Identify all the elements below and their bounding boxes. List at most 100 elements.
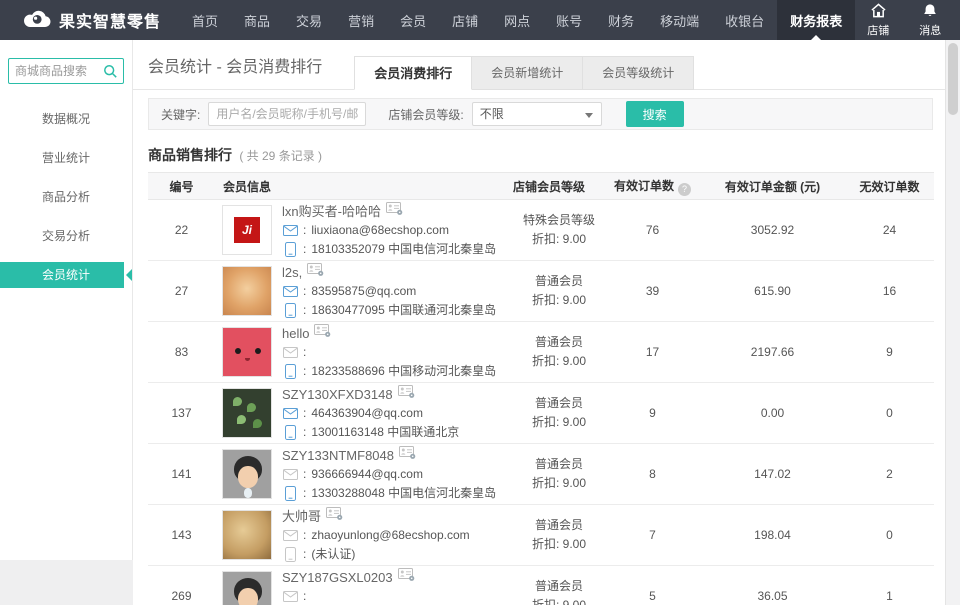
member-card-icon[interactable] xyxy=(307,263,324,281)
brand[interactable]: 果实智慧零售 xyxy=(0,0,179,40)
member-avatar: Ji xyxy=(222,205,272,255)
sidebar-item-data-overview[interactable]: 数据概况 xyxy=(0,106,132,132)
nav-item-mobile[interactable]: 移动端 xyxy=(647,0,712,40)
col-invalid-orders: 无效订单数 xyxy=(845,173,934,200)
member-name: hello xyxy=(282,325,309,342)
valid-amount: 36.05 xyxy=(700,566,845,605)
phone-icon xyxy=(282,547,298,562)
member-info: lxn购买者-哈哈哈 xyxy=(282,202,496,258)
member-info: SZY187GSXL0203 xyxy=(282,568,415,605)
email-icon xyxy=(282,591,298,602)
shop-tool[interactable]: 店铺 xyxy=(855,3,901,38)
member-card-icon[interactable] xyxy=(398,568,415,586)
invalid-orders: 16 xyxy=(845,261,934,322)
member-phone: 18233588696 中国移动河北秦皇岛 xyxy=(311,363,496,380)
search-button[interactable]: 搜索 xyxy=(626,101,684,127)
sidebar-item-trade-analysis[interactable]: 交易分析 xyxy=(0,223,132,249)
phone-icon xyxy=(282,364,298,379)
invalid-orders: 0 xyxy=(845,505,934,566)
vertical-scrollbar[interactable] xyxy=(945,40,960,605)
member-card-icon[interactable] xyxy=(386,202,403,220)
nav-item-members[interactable]: 会员 xyxy=(387,0,439,40)
nav-item-finance[interactable]: 财务 xyxy=(595,0,647,40)
member-phone: (未认证) xyxy=(311,546,355,563)
messages-tool[interactable]: 消息 xyxy=(907,3,953,38)
member-discount: 折扣: 9.00 xyxy=(513,413,605,432)
member-table: 编号 会员信息 店铺会员等级 有效订单数? 有效订单金额 (元) 无效订单数 2… xyxy=(148,172,934,605)
member-card-icon[interactable] xyxy=(399,446,416,464)
top-navbar: 果实智慧零售 首页 商品 交易 营销 会员 店铺 网点 账号 财务 移动端 收银… xyxy=(0,0,960,40)
phone-icon xyxy=(282,425,298,440)
phone-icon xyxy=(282,486,298,501)
member-email: 936666944@qq.com xyxy=(311,466,423,483)
page-title: 会员统计 - 会员消费排行 xyxy=(148,53,322,77)
nav-item-finance-report[interactable]: 财务报表 xyxy=(777,0,855,40)
sidebar-item-goods-analysis[interactable]: 商品分析 xyxy=(0,184,132,210)
nav-item-marketing[interactable]: 营销 xyxy=(335,0,387,40)
member-id: 143 xyxy=(148,505,215,566)
sidebar-item-member-stats[interactable]: 会员统计 xyxy=(0,262,132,288)
nav-item-account[interactable]: 账号 xyxy=(543,0,595,40)
invalid-orders: 0 xyxy=(845,383,934,444)
tab-member-level-stats[interactable]: 会员等级统计 xyxy=(583,56,694,90)
scrollbar-thumb[interactable] xyxy=(948,43,958,115)
member-card-icon[interactable] xyxy=(314,324,331,342)
tab-new-member-stats[interactable]: 会员新增统计 xyxy=(472,56,583,90)
member-info: 大帅哥 xyxy=(282,507,470,563)
member-level-select[interactable]: 不限 xyxy=(472,102,602,126)
invalid-orders: 9 xyxy=(845,322,934,383)
contact-separator: : xyxy=(303,588,306,605)
member-avatar xyxy=(222,388,272,438)
keyword-label: 关键字: xyxy=(161,106,200,123)
member-phone: 13001163148 中国联通北京 xyxy=(311,424,459,441)
table-row: 83 hello xyxy=(148,322,934,383)
member-name: SZY187GSXL0203 xyxy=(282,569,393,586)
chevron-down-icon xyxy=(585,113,593,118)
sidebar: 数据概况 营业统计 商品分析 交易分析 会员统计 xyxy=(0,40,133,605)
member-discount: 折扣: 9.00 xyxy=(513,352,605,371)
nav-item-home[interactable]: 首页 xyxy=(179,0,231,40)
contact-separator: : xyxy=(303,546,306,563)
keyword-input[interactable] xyxy=(208,102,366,126)
valid-amount: 3052.92 xyxy=(700,200,845,261)
sidebar-item-business-stats[interactable]: 营业统计 xyxy=(0,145,132,171)
nav-item-goods[interactable]: 商品 xyxy=(231,0,283,40)
member-phone: 13303288048 中国电信河北秦皇岛 xyxy=(311,485,496,502)
member-name: SZY130XFXD3148 xyxy=(282,386,393,403)
member-name: SZY133NTMF8048 xyxy=(282,447,394,464)
member-level: 普通会员 xyxy=(513,577,605,596)
valid-orders: 5 xyxy=(605,566,700,605)
help-icon[interactable]: ? xyxy=(678,183,691,196)
member-info: SZY130XFXD3148 xyxy=(282,385,459,441)
col-valid-orders-label: 有效订单数 xyxy=(614,179,674,193)
valid-amount: 615.90 xyxy=(700,261,845,322)
contact-separator: : xyxy=(303,363,306,380)
tab-consume-ranking[interactable]: 会员消费排行 xyxy=(354,56,472,90)
invalid-orders: 2 xyxy=(845,444,934,505)
col-valid-orders: 有效订单数? xyxy=(605,173,700,200)
email-icon xyxy=(282,408,298,419)
search-icon[interactable] xyxy=(103,64,118,82)
table-header-row: 编号 会员信息 店铺会员等级 有效订单数? 有效订单金额 (元) 无效订单数 xyxy=(148,173,934,200)
record-count: ( 共 29 条记录 ) xyxy=(239,149,322,163)
contact-separator: : xyxy=(303,344,306,361)
member-card-icon[interactable] xyxy=(398,385,415,403)
nav-item-shop[interactable]: 店铺 xyxy=(439,0,491,40)
phone-icon xyxy=(282,242,298,257)
phone-icon xyxy=(282,303,298,318)
main-content: 会员统计 - 会员消费排行 会员消费排行 会员新增统计 会员等级统计 关键字: … xyxy=(133,40,945,605)
member-level: 特殊会员等级 xyxy=(513,211,605,230)
contact-separator: : xyxy=(303,485,306,502)
contact-separator: : xyxy=(303,527,306,544)
nav-item-trade[interactable]: 交易 xyxy=(283,0,335,40)
table-row: 141 SZY133NTMF8048 xyxy=(148,444,934,505)
tabs: 会员消费排行 会员新增统计 会员等级统计 xyxy=(354,56,694,90)
nav-item-cashier[interactable]: 收银台 xyxy=(712,0,777,40)
member-card-icon[interactable] xyxy=(326,507,343,525)
nav-item-outlets[interactable]: 网点 xyxy=(491,0,543,40)
member-level: 普通会员 xyxy=(513,333,605,352)
valid-orders: 9 xyxy=(605,383,700,444)
messages-tool-label: 消息 xyxy=(919,22,941,38)
member-info: hello xyxy=(282,324,496,380)
contact-separator: : xyxy=(303,222,306,239)
